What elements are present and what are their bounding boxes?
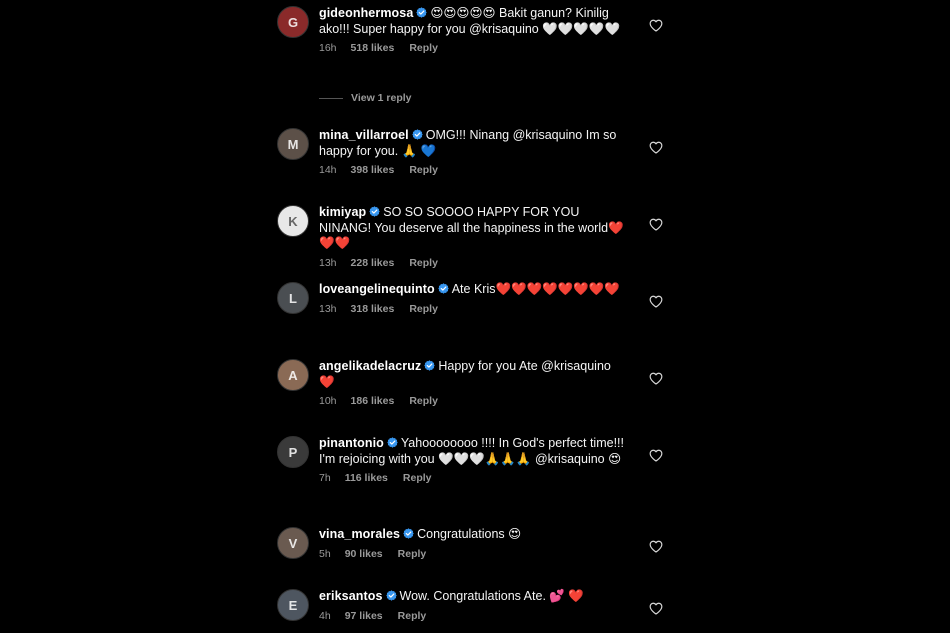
comment-likes-count[interactable]: 186 likes — [351, 395, 395, 407]
verified-badge-icon — [369, 206, 380, 217]
reply-button[interactable]: Reply — [398, 610, 427, 622]
comment-text-block: angelikadelacruz Happy for you Ate @krisa… — [319, 359, 624, 390]
verified-badge-icon — [424, 360, 436, 371]
comment-text-block: eriksantos Wow. Congratulations Ate. 💕 ❤️ — [319, 589, 624, 605]
heart-outline-icon[interactable] — [649, 218, 663, 231]
comment-username[interactable]: eriksantos — [319, 589, 383, 603]
avatar-initial-icon: E — [288, 597, 298, 613]
avatar[interactable]: E — [277, 589, 309, 621]
comment-likes-count[interactable]: 90 likes — [345, 548, 383, 560]
avatar-initial-icon: A — [288, 367, 298, 383]
heart-outline-icon[interactable] — [649, 19, 663, 32]
avatar[interactable]: K — [277, 205, 309, 237]
comment-body: vina_morales Congratulations 😍 5h 90 likes R… — [319, 527, 624, 560]
comment-username[interactable]: pinantonio — [319, 436, 384, 450]
avatar-initial-icon: M — [287, 136, 299, 152]
avatar-initial-icon: K — [288, 213, 298, 229]
reply-button[interactable]: Reply — [409, 42, 438, 54]
comment-body: angelikadelacruz Happy for you Ate @krisa… — [319, 359, 624, 407]
comment-text-block: loveangelinequinto Ate Kris❤️❤️❤️❤️❤️❤️❤️… — [319, 282, 624, 298]
heart-outline-icon[interactable] — [649, 449, 663, 462]
comment-text: Congratulations 😍 — [417, 527, 522, 541]
comment-likes-count[interactable]: 398 likes — [351, 164, 395, 176]
heart-outline-icon[interactable] — [649, 540, 663, 553]
comment-text-block: gideonhermosa 😍😍😍😍😍 Bakit ganun? Kinilig … — [319, 6, 624, 37]
verified-badge-icon — [412, 129, 423, 140]
comment-meta: 10h 186 likes Reply — [319, 395, 624, 407]
comment-timestamp[interactable]: 16h — [319, 42, 337, 54]
comment-timestamp[interactable]: 4h — [319, 610, 331, 622]
comment-body: eriksantos Wow. Congratulations Ate. 💕 ❤️… — [319, 589, 624, 622]
verified-badge-icon — [403, 528, 414, 539]
verified-badge-icon — [385, 590, 397, 601]
reply-button[interactable]: Reply — [409, 257, 438, 269]
comment-timestamp[interactable]: 14h — [319, 164, 337, 176]
comment-timestamp[interactable]: 13h — [319, 303, 337, 315]
divider — [319, 97, 343, 99]
comment-meta: 5h 90 likes Reply — [319, 548, 624, 560]
comment-text-block: kimiyap SO SO SOOOO HAPPY FOR YOU NINANG!… — [319, 205, 624, 252]
avatar[interactable]: G — [277, 6, 309, 38]
comment-meta: 16h 518 likes Reply — [319, 42, 624, 54]
comment-likes-count[interactable]: 97 likes — [345, 610, 383, 622]
verified-badge-icon — [437, 283, 449, 294]
comment-username[interactable]: gideonhermosa — [319, 6, 413, 20]
comment-text-block: vina_morales Congratulations 😍 — [319, 527, 624, 543]
comment-likes-count[interactable]: 116 likes — [345, 472, 388, 484]
comment-username[interactable]: vina_morales — [319, 527, 400, 541]
heart-outline-icon[interactable] — [649, 372, 663, 385]
reply-button[interactable]: Reply — [398, 548, 427, 560]
reply-button[interactable]: Reply — [409, 395, 438, 407]
comment-body: pinantonio Yahoooooooo !!!! In God's perf… — [319, 436, 624, 484]
comment-text-block: pinantonio Yahoooooooo !!!! In God's perf… — [319, 436, 624, 467]
avatar[interactable]: L — [277, 282, 309, 314]
avatar-initial-icon: G — [287, 14, 299, 30]
reply-button[interactable]: Reply — [409, 164, 438, 176]
heart-outline-icon[interactable] — [649, 295, 663, 308]
comment-text-block: mina_villarroel OMG!!! Ninang @krisaquino… — [319, 128, 624, 159]
comment-feed: Ggideonhermosa 😍😍😍😍😍 Bakit ganun? Kinilig… — [0, 0, 950, 633]
comment-body: loveangelinequinto Ate Kris❤️❤️❤️❤️❤️❤️❤️… — [319, 282, 624, 315]
comment-meta: 4h 97 likes Reply — [319, 610, 624, 622]
comment-likes-count[interactable]: 318 likes — [351, 303, 395, 315]
comment-timestamp[interactable]: 10h — [319, 395, 337, 407]
avatar[interactable]: A — [277, 359, 309, 391]
comment-body: gideonhermosa 😍😍😍😍😍 Bakit ganun? Kinilig … — [319, 6, 624, 54]
comment-likes-count[interactable]: 518 likes — [351, 42, 395, 54]
comment-likes-count[interactable]: 228 likes — [351, 257, 395, 269]
comment-timestamp[interactable]: 5h — [319, 548, 331, 560]
avatar[interactable]: V — [277, 527, 309, 559]
comment-username[interactable]: kimiyap — [319, 205, 366, 219]
comment-meta: 14h 398 likes Reply — [319, 164, 624, 176]
heart-outline-icon[interactable] — [649, 141, 663, 154]
verified-badge-icon — [416, 7, 428, 18]
view-replies-label: View 1 reply — [351, 92, 412, 104]
comment-meta: 7h 116 likes Reply — [319, 472, 624, 484]
comment-meta: 13h 228 likes Reply — [319, 257, 624, 269]
comment-timestamp[interactable]: 13h — [319, 257, 337, 269]
comment-username[interactable]: mina_villarroel — [319, 128, 409, 142]
reply-button[interactable]: Reply — [403, 472, 432, 484]
comment-text: Ate Kris❤️❤️❤️❤️❤️❤️❤️❤️ — [451, 282, 620, 296]
comment-body: kimiyap SO SO SOOOO HAPPY FOR YOU NINANG!… — [319, 205, 624, 269]
comment-body: mina_villarroel OMG!!! Ninang @krisaquino… — [319, 128, 624, 176]
avatar-initial-icon: V — [288, 535, 298, 551]
avatar[interactable]: P — [277, 436, 309, 468]
comment-timestamp[interactable]: 7h — [319, 472, 331, 484]
comment-text: Wow. Congratulations Ate. 💕 ❤️ — [399, 589, 584, 603]
avatar-initial-icon: P — [288, 444, 298, 460]
reply-button[interactable]: Reply — [409, 303, 438, 315]
comment-username[interactable]: angelikadelacruz — [319, 359, 421, 373]
comment-meta: 13h 318 likes Reply — [319, 303, 624, 315]
avatar[interactable]: M — [277, 128, 309, 160]
view-replies-button[interactable]: View 1 reply — [319, 92, 412, 104]
heart-outline-icon[interactable] — [649, 602, 663, 615]
avatar-initial-icon: L — [289, 290, 297, 306]
comment-username[interactable]: loveangelinequinto — [319, 282, 435, 296]
verified-badge-icon — [387, 437, 398, 448]
